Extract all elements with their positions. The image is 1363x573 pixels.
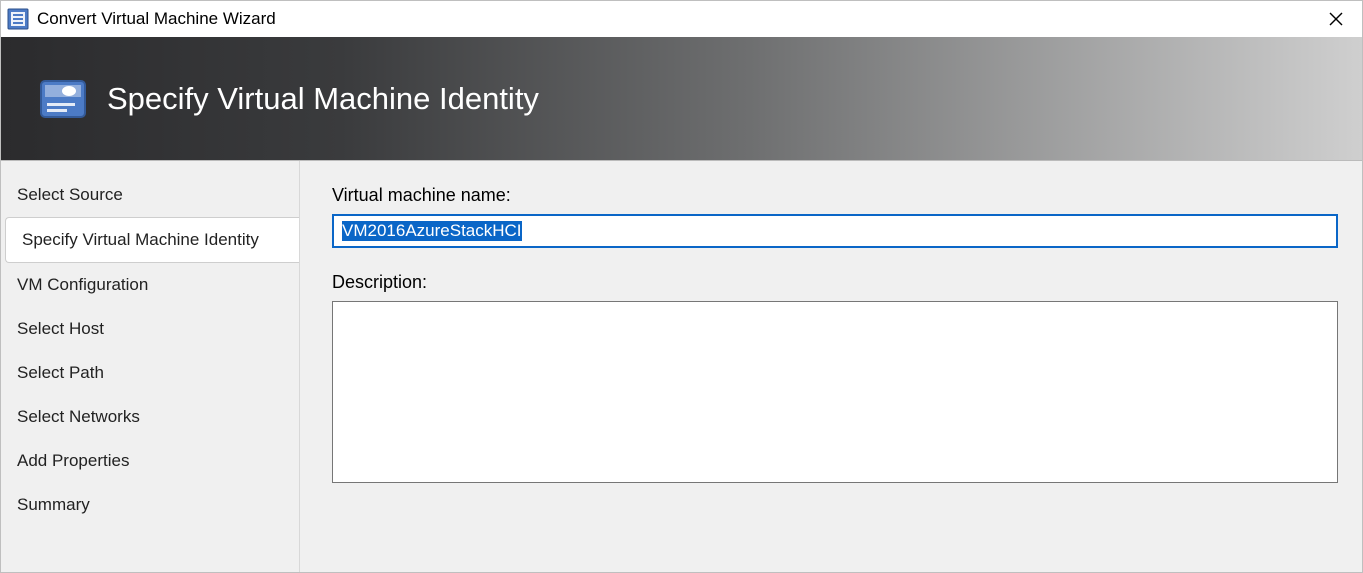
header-banner: Specify Virtual Machine Identity [1,37,1362,161]
description-textarea[interactable] [332,301,1338,483]
body-area: Select Source Specify Virtual Machine Id… [1,161,1362,572]
description-group: Description: [332,272,1338,488]
vm-name-input[interactable] [332,214,1338,248]
main-content: Virtual machine name: Description: [299,161,1362,572]
step-select-host[interactable]: Select Host [1,307,299,351]
title-bar: Convert Virtual Machine Wizard [1,1,1362,37]
close-icon [1329,12,1343,26]
page-title: Specify Virtual Machine Identity [107,81,539,117]
step-select-networks[interactable]: Select Networks [1,395,299,439]
app-icon [7,8,29,30]
wizard-icon [39,75,87,123]
window-title: Convert Virtual Machine Wizard [37,9,1316,29]
close-button[interactable] [1316,4,1356,34]
step-select-path[interactable]: Select Path [1,351,299,395]
description-label: Description: [332,272,1338,293]
wizard-steps-sidebar: Select Source Specify Virtual Machine Id… [1,161,299,572]
step-summary[interactable]: Summary [1,483,299,527]
step-add-properties[interactable]: Add Properties [1,439,299,483]
vm-name-label: Virtual machine name: [332,185,1338,206]
step-vm-configuration[interactable]: VM Configuration [1,263,299,307]
step-specify-identity[interactable]: Specify Virtual Machine Identity [5,217,299,263]
step-select-source[interactable]: Select Source [1,173,299,217]
vm-name-group: Virtual machine name: [332,185,1338,248]
